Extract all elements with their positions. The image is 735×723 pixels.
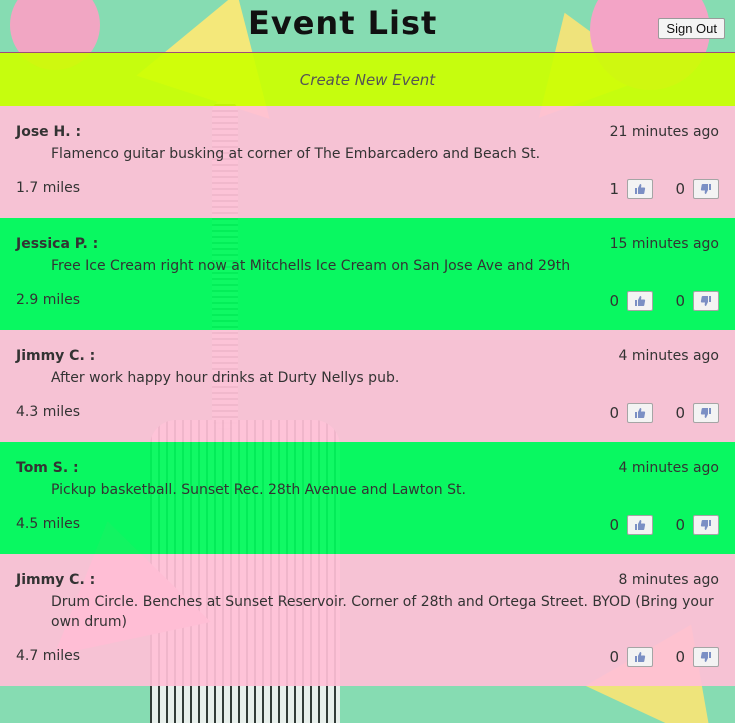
dislike-count: 0 bbox=[675, 648, 685, 666]
thumbs-up-icon bbox=[635, 184, 646, 194]
thumbs-up-icon bbox=[635, 520, 646, 530]
sign-out-button[interactable]: Sign Out bbox=[658, 18, 725, 39]
dislike-count: 0 bbox=[675, 404, 685, 422]
event-row: Jimmy C. : 4 minutes ago After work happ… bbox=[0, 330, 735, 442]
event-description: Flamenco guitar busking at corner of The… bbox=[51, 146, 541, 162]
thumbs-up-icon bbox=[635, 652, 646, 662]
event-time: 15 minutes ago bbox=[609, 236, 719, 252]
vote-controls: 0 0 bbox=[605, 647, 719, 667]
thumbs-up-icon bbox=[635, 408, 646, 418]
dislike-button[interactable] bbox=[693, 647, 719, 667]
event-author: Jose H. : bbox=[16, 124, 82, 140]
like-count: 0 bbox=[609, 404, 619, 422]
thumbs-down-icon bbox=[700, 408, 711, 418]
vote-controls: 1 0 bbox=[605, 179, 719, 199]
event-description: Free Ice Cream right now at Mitchells Ic… bbox=[51, 258, 571, 274]
like-button[interactable] bbox=[627, 291, 653, 311]
event-row: Jessica P. : 15 minutes ago Free Ice Cre… bbox=[0, 218, 735, 330]
like-count: 0 bbox=[609, 516, 619, 534]
thumbs-up-icon bbox=[635, 296, 646, 306]
event-author: Jessica P. : bbox=[16, 236, 99, 252]
dislike-count: 0 bbox=[675, 516, 685, 534]
event-distance: 4.7 miles bbox=[16, 648, 81, 664]
event-distance: 4.3 miles bbox=[16, 404, 81, 420]
event-time: 21 minutes ago bbox=[609, 124, 719, 140]
page-title: Event List bbox=[248, 4, 438, 42]
event-author: Tom S. : bbox=[16, 460, 79, 476]
event-time: 4 minutes ago bbox=[618, 460, 719, 476]
like-button[interactable] bbox=[627, 515, 653, 535]
like-count: 0 bbox=[609, 292, 619, 310]
event-row: Jimmy C. : 8 minutes ago Drum Circle. Be… bbox=[0, 554, 735, 686]
thumbs-down-icon bbox=[700, 184, 711, 194]
create-new-event-link[interactable]: Create New Event bbox=[0, 53, 735, 106]
event-description: After work happy hour drinks at Durty Ne… bbox=[51, 370, 400, 386]
event-description: Pickup basketball. Sunset Rec. 28th Aven… bbox=[51, 482, 466, 498]
event-author: Jimmy C. : bbox=[16, 348, 96, 364]
dislike-button[interactable] bbox=[693, 179, 719, 199]
like-count: 1 bbox=[609, 180, 619, 198]
dislike-button[interactable] bbox=[693, 403, 719, 423]
dislike-button[interactable] bbox=[693, 515, 719, 535]
event-distance: 4.5 miles bbox=[16, 516, 81, 532]
vote-controls: 0 0 bbox=[605, 291, 719, 311]
thumbs-down-icon bbox=[700, 296, 711, 306]
event-description: Drum Circle. Benches at Sunset Reservoir… bbox=[51, 594, 714, 630]
like-button[interactable] bbox=[627, 403, 653, 423]
dislike-count: 0 bbox=[675, 292, 685, 310]
dislike-button[interactable] bbox=[693, 291, 719, 311]
event-distance: 1.7 miles bbox=[16, 180, 81, 196]
dislike-count: 0 bbox=[675, 180, 685, 198]
event-time: 4 minutes ago bbox=[618, 348, 719, 364]
event-row: Jose H. : 21 minutes ago Flamenco guitar… bbox=[0, 106, 735, 218]
event-time: 8 minutes ago bbox=[618, 572, 719, 588]
like-count: 0 bbox=[609, 648, 619, 666]
event-distance: 2.9 miles bbox=[16, 292, 81, 308]
vote-controls: 0 0 bbox=[605, 515, 719, 535]
like-button[interactable] bbox=[627, 179, 653, 199]
event-list: Jose H. : 21 minutes ago Flamenco guitar… bbox=[0, 106, 735, 686]
like-button[interactable] bbox=[627, 647, 653, 667]
thumbs-down-icon bbox=[700, 520, 711, 530]
event-row: Tom S. : 4 minutes ago Pickup basketball… bbox=[0, 442, 735, 554]
vote-controls: 0 0 bbox=[605, 403, 719, 423]
event-author: Jimmy C. : bbox=[16, 572, 96, 588]
thumbs-down-icon bbox=[700, 652, 711, 662]
header: Event List Sign Out bbox=[0, 0, 735, 53]
